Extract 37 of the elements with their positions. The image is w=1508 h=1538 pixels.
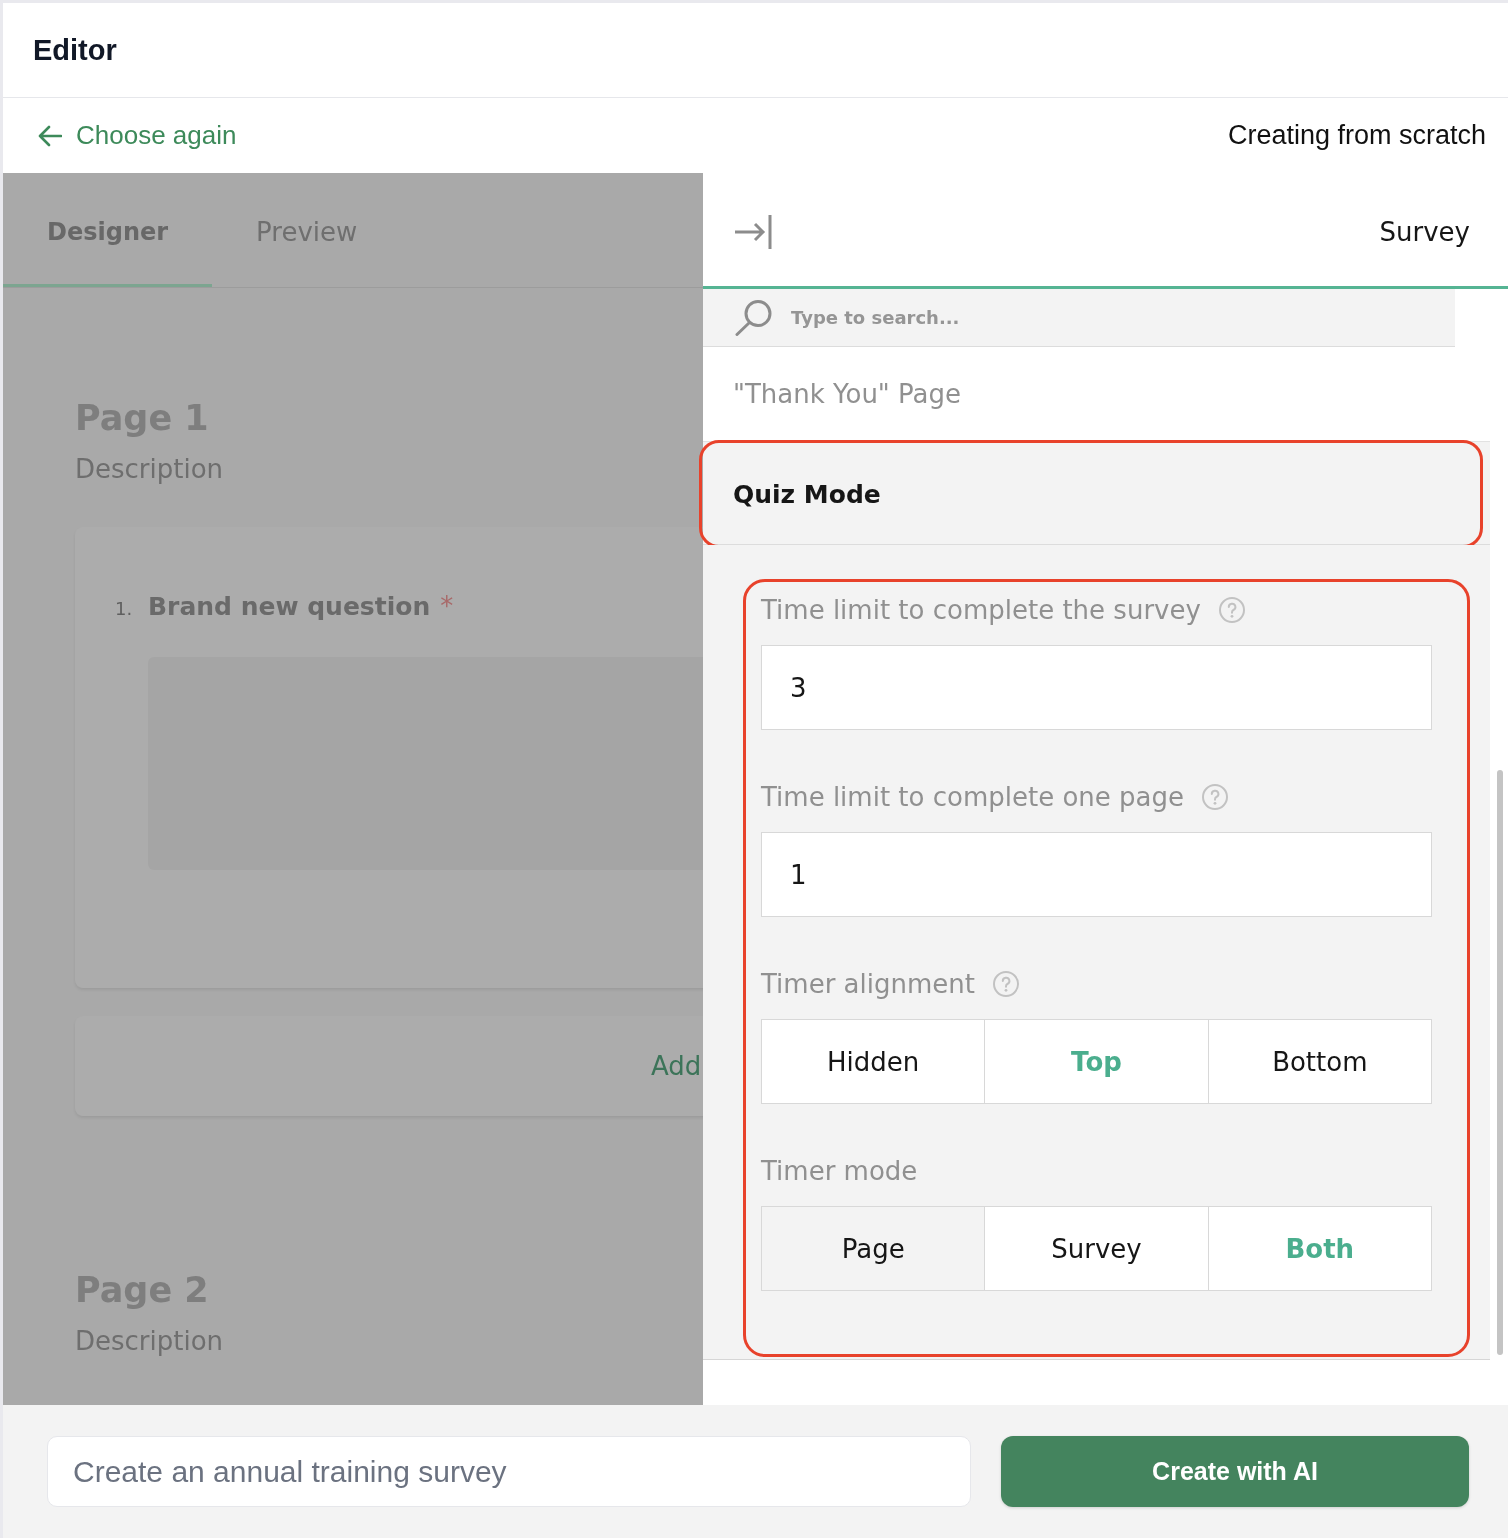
segment-button[interactable]: Top [985,1019,1209,1104]
category-title: Quiz Mode [733,479,881,509]
page-description: Description [75,1325,224,1358]
help-icon[interactable] [1218,597,1245,623]
help-icon[interactable] [1202,784,1228,810]
answer-field[interactable] [148,657,703,870]
search-icon [735,299,773,336]
panel-title: Survey [1379,217,1470,247]
page-description: Description [75,453,224,486]
add-question-button[interactable]: Add [75,1016,703,1116]
search-input[interactable]: Type to search... [791,297,1435,338]
question-title: Brand new question [148,591,431,623]
property-label: Timer mode [761,1155,918,1188]
editor-title: Editor [33,33,117,67]
required-mark: * [440,591,454,621]
segment-button[interactable]: Page [761,1206,986,1291]
number-field[interactable]: 1 [761,832,1432,917]
scrollbar-thumb[interactable] [1497,770,1503,1355]
property-label: Time limit to complete one page [761,781,1184,814]
segment-button[interactable]: Both [1208,1206,1432,1291]
property-label: Time limit to complete the survey [761,594,1201,627]
mode-label: Creating from scratch [1227,120,1486,151]
back-link[interactable]: Choose again [38,120,237,151]
segment-button[interactable]: Hidden [761,1019,986,1104]
search-field[interactable]: Type to search... [703,289,1455,347]
segment-button[interactable]: Survey [985,1206,1209,1291]
collapse-icon[interactable] [735,214,773,250]
question-number: 1. [115,598,134,619]
category-title: "Thank You" Page [733,379,962,409]
property-label: Timer alignment [761,968,975,1001]
create-button[interactable]: Create with AI [1001,1436,1469,1507]
prompt-input[interactable]: Create an annual training survey [47,1436,971,1507]
number-field[interactable]: 3 [761,645,1432,730]
back-arrow-icon [38,124,62,147]
help-icon[interactable] [992,971,1019,997]
segment-button[interactable]: Bottom [1208,1019,1432,1104]
tab[interactable]: Designer [3,173,213,287]
